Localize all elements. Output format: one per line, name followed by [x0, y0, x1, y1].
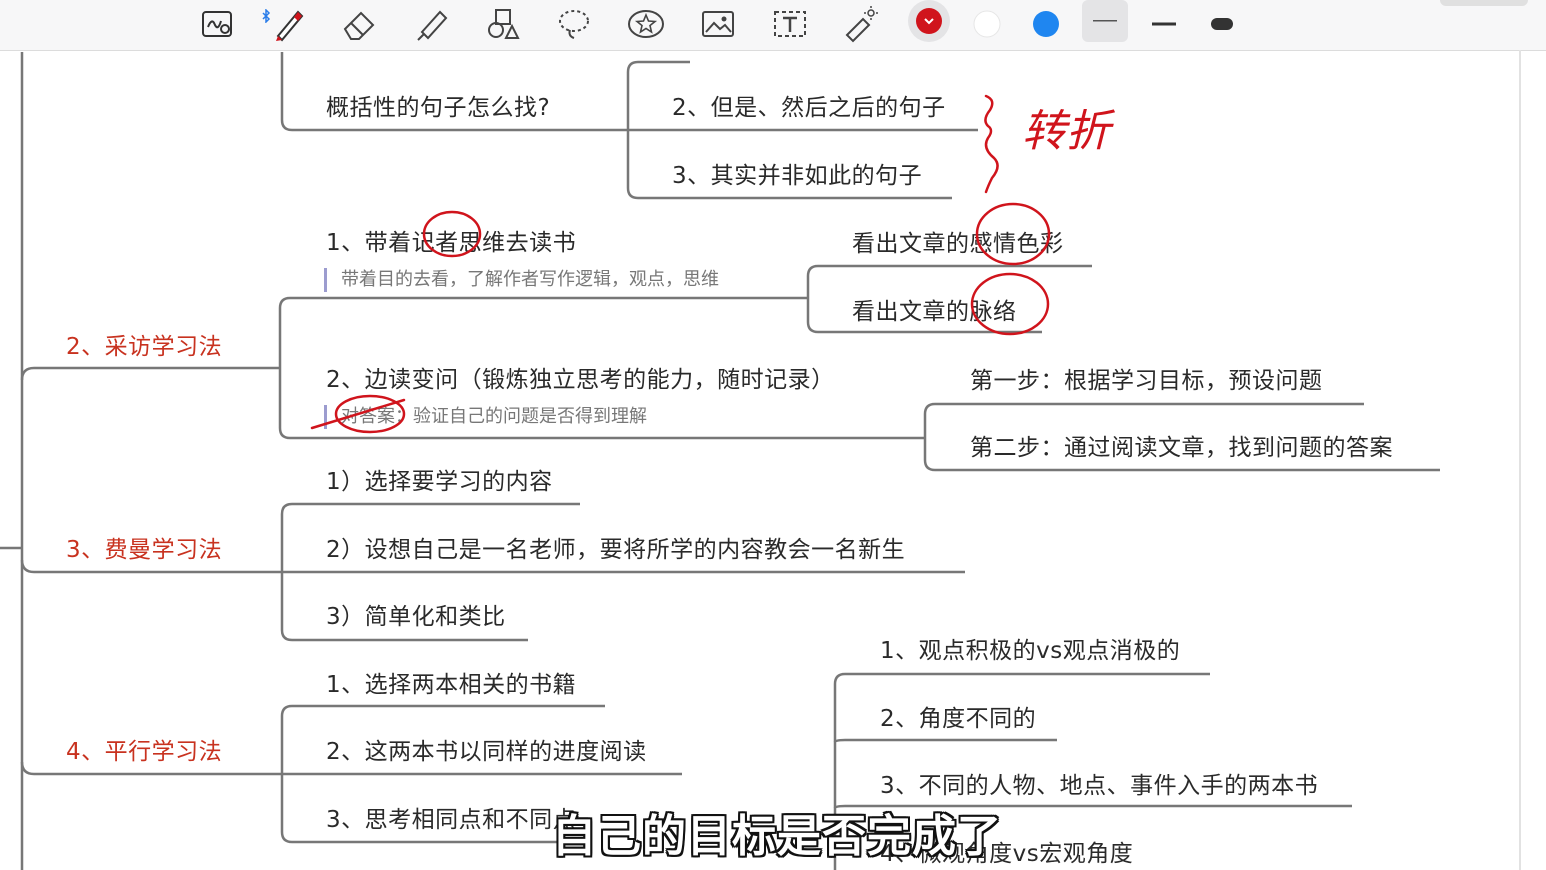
sec4-item-1[interactable]: 1、选择两本相关的书籍 [326, 665, 576, 699]
thin-stroke-option[interactable] [1082, 0, 1128, 42]
sec4-sub-item-2[interactable]: 2、角度不同的 [880, 699, 1036, 733]
lasso-icon[interactable] [554, 4, 594, 44]
sec4-sub-item-3[interactable]: 3、不同的人物、地点、事件入手的两本书 [880, 766, 1318, 800]
sec3-item-1[interactable]: 1）选择要学习的内容 [326, 462, 553, 496]
window-handle[interactable] [1440, 0, 1528, 6]
vertical-scrollbar[interactable] [1519, 50, 1521, 870]
text-box-icon[interactable] [770, 4, 810, 44]
shapes-icon[interactable] [482, 4, 522, 44]
sec2-note-1: 带着目的去看，了解作者写作逻辑，观点，思维 [324, 268, 719, 292]
sec3-title[interactable]: 3、费曼学习法 [66, 530, 222, 564]
sec4-item-3[interactable]: 3、思考相同点和不同点 [326, 800, 576, 834]
image-icon[interactable] [698, 4, 738, 44]
eraser-icon[interactable] [340, 4, 380, 44]
sec2-title[interactable]: 2、采访学习法 [66, 327, 222, 361]
color-blue-swatch[interactable] [1026, 4, 1066, 44]
highlighter-icon[interactable] [412, 4, 452, 44]
sec2-note-2: 对答案：验证自己的问题是否得到理解 [324, 405, 647, 429]
color-white-swatch[interactable] [967, 4, 1007, 44]
sec2-child-2[interactable]: 2、边读变问（锻炼独立思考的能力，随时记录） [326, 360, 835, 394]
sec4-sub-item-1[interactable]: 1、观点积极的vs观点消极的 [880, 631, 1180, 665]
zoom-write-icon[interactable] [198, 4, 238, 44]
sec1-item-2[interactable]: 3、其实并非如此的句子 [672, 156, 922, 190]
handwritten-annotation: 转折 [1022, 106, 1116, 157]
laser-pointer-icon[interactable] [840, 4, 880, 44]
sec3-item-2[interactable]: 2）设想自己是一名老师，要将所学的内容教会一名新生 [326, 530, 905, 564]
sec2-child1-item-1[interactable]: 看出文章的感情色彩 [852, 224, 1064, 258]
color-red-swatch[interactable] [908, 0, 950, 42]
sec2-child1-item-2[interactable]: 看出文章的脉络 [852, 292, 1017, 326]
sec1-title[interactable]: 概括性的句子怎么找? [326, 88, 550, 122]
sec2-child-1[interactable]: 1、带着记者思维去读书 [326, 223, 576, 257]
sticker-icon[interactable] [626, 4, 666, 44]
sec4-item-2[interactable]: 2、这两本书以同样的进度阅读 [326, 732, 647, 766]
sec3-item-3[interactable]: 3）简单化和类比 [326, 597, 506, 631]
sec2-child2-item-1[interactable]: 第一步：根据学习目标，预设问题 [970, 361, 1323, 395]
video-subtitle: 自己的目标是否完成了 [552, 811, 1002, 862]
sec4-title[interactable]: 4、平行学习法 [66, 732, 222, 766]
medium-stroke-option[interactable] [1144, 4, 1184, 44]
thick-stroke-option[interactable] [1202, 4, 1242, 44]
toolbar [0, 0, 1546, 51]
sec1-item-1[interactable]: 2、但是、然后之后的句子 [672, 88, 946, 122]
sec2-child2-item-2[interactable]: 第二步：通过阅读文章，找到问题的答案 [970, 428, 1393, 462]
curly-brace-mark [984, 94, 999, 194]
pen-icon[interactable] [268, 4, 308, 44]
